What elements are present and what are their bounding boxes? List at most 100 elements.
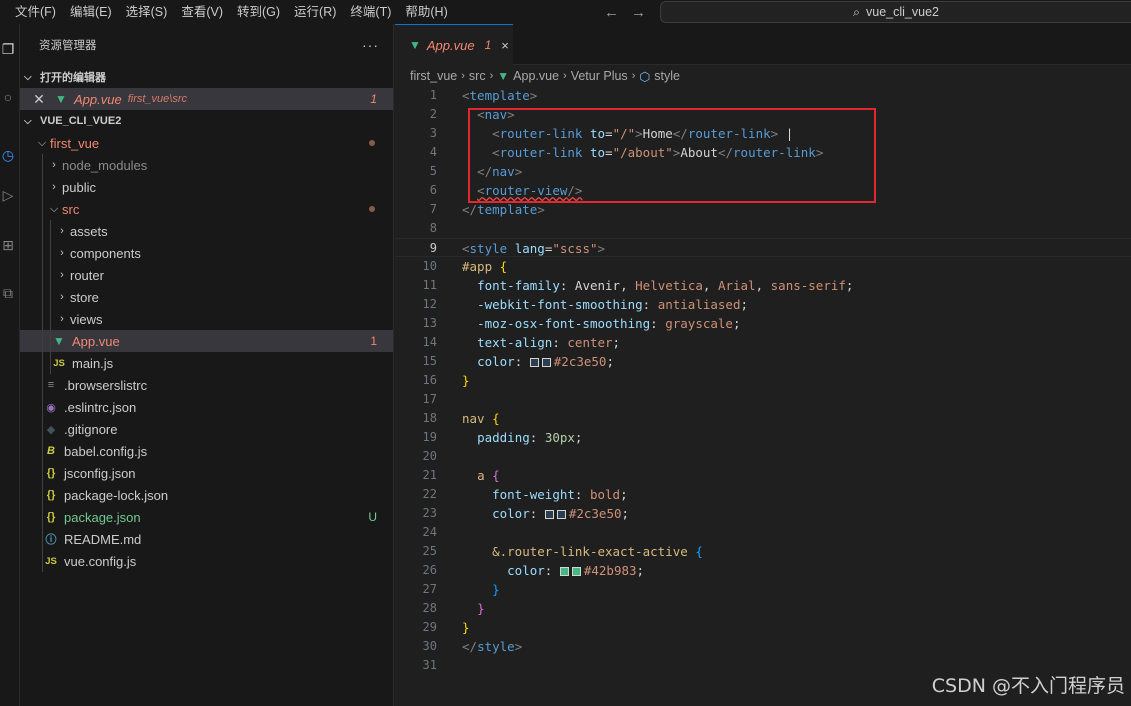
- json-file-icon: {}: [46, 489, 56, 501]
- babel-file-icon: B: [47, 445, 55, 457]
- tree-file-eslintrc[interactable]: ◉ .eslintrc.json: [20, 396, 393, 418]
- back-arrow-icon[interactable]: ←: [604, 4, 619, 21]
- menu-run[interactable]: 运行(R): [287, 0, 343, 24]
- code-line: 13 -moz-osx-font-smoothing: grayscale;: [422, 316, 741, 331]
- code-line: 24: [422, 525, 437, 539]
- chevron-right-icon: ›: [60, 225, 64, 237]
- breadcrumb: first_vue › src › ▼ App.vue › Vetur Plus…: [395, 65, 1131, 87]
- menu-file[interactable]: 文件(F): [8, 0, 63, 24]
- tab-app-vue[interactable]: ▼ App.vue 1 ×: [395, 24, 513, 65]
- search-text: vue_cli_vue2: [866, 5, 939, 19]
- menu-edit[interactable]: 编辑(E): [63, 0, 119, 24]
- breadcrumb-item[interactable]: first_vue: [410, 69, 457, 83]
- list-file-icon: ≡: [47, 379, 55, 391]
- tree-folder-store[interactable]: › store: [20, 286, 393, 308]
- tree-folder-views[interactable]: › views: [20, 308, 393, 330]
- code-line: 11 font-family: Avenir, Helvetica, Arial…: [422, 278, 854, 293]
- watermark: CSDN @不入门程序员: [931, 675, 1125, 697]
- chevron-right-icon: ›: [60, 269, 64, 281]
- tree-file-package-json[interactable]: {} package.json U: [20, 506, 393, 528]
- code-line: 27 }: [422, 582, 500, 597]
- color-swatch[interactable]: [556, 510, 566, 519]
- chevron-right-icon: ›: [563, 70, 567, 82]
- tree-folder-components[interactable]: › components: [20, 242, 393, 264]
- tree-folder-router[interactable]: › router: [20, 264, 393, 286]
- tree-file-readme[interactable]: ⓘ README.md: [20, 528, 393, 550]
- tree-folder-node-modules[interactable]: › node_modules: [20, 154, 393, 176]
- code-line: 20: [422, 449, 437, 463]
- code-line: 22 font-weight: bold;: [422, 487, 628, 502]
- close-icon[interactable]: ✕: [26, 91, 52, 108]
- modified-dot: [369, 206, 375, 212]
- code-line: 14 text-align: center;: [422, 335, 621, 350]
- code-line: 16}: [422, 373, 470, 388]
- git-file-icon: ◆: [46, 423, 56, 436]
- source-control-icon[interactable]: ◷: [0, 144, 16, 166]
- tree-file-jsconfig[interactable]: {} jsconfig.json: [20, 462, 393, 484]
- tree-file-babel-config[interactable]: B babel.config.js: [20, 440, 393, 462]
- tree-file-vue-config[interactable]: JS vue.config.js: [20, 550, 393, 572]
- chevron-right-icon: ›: [52, 159, 56, 171]
- breadcrumb-item[interactable]: src: [469, 69, 486, 83]
- tree-file-app-vue[interactable]: ▼ App.vue 1: [20, 330, 393, 352]
- code-line: 15 color: #2c3e50;: [422, 354, 614, 369]
- chevron-right-icon: ›: [631, 70, 636, 82]
- chevron-right-icon: ›: [60, 247, 64, 259]
- menu-view[interactable]: 查看(V): [174, 0, 230, 24]
- project-header[interactable]: ⌵ VUE_CLI_VUE2: [20, 110, 393, 132]
- chevron-down-icon: ⌵: [37, 136, 47, 149]
- color-swatch[interactable]: [541, 358, 551, 367]
- close-icon[interactable]: ×: [501, 38, 509, 53]
- info-file-icon: ⓘ: [45, 534, 57, 546]
- menu-help[interactable]: 帮助(H): [398, 0, 454, 24]
- breadcrumb-item[interactable]: style: [654, 69, 680, 83]
- tree-folder-first-vue[interactable]: ⌵ first_vue: [20, 132, 393, 154]
- code-line: 8: [429, 221, 437, 235]
- json-file-icon: {}: [46, 467, 56, 479]
- remote-explorer-icon[interactable]: ⧉: [0, 282, 16, 304]
- code-line: 17: [422, 392, 437, 406]
- breadcrumb-item[interactable]: Vetur Plus: [571, 69, 628, 83]
- color-swatch[interactable]: [559, 567, 569, 576]
- vue-file-icon: ▼: [53, 334, 65, 348]
- highlight-annotation-box: [468, 108, 876, 203]
- code-line: 30 </style>: [422, 639, 523, 654]
- menu-terminal[interactable]: 终端(T): [343, 0, 398, 24]
- tree-folder-public[interactable]: › public: [20, 176, 393, 198]
- extensions-icon[interactable]: ⊞: [0, 234, 16, 256]
- breadcrumb-item[interactable]: App.vue: [513, 69, 559, 83]
- vue-file-icon: ▼: [497, 69, 510, 83]
- explorer-icon[interactable]: ❐: [0, 38, 16, 60]
- code-line: 19 padding: 30px;: [422, 430, 583, 445]
- forward-arrow-icon[interactable]: →: [631, 4, 646, 21]
- search-icon: ⌕: [853, 4, 861, 19]
- json-file-icon: {}: [46, 511, 56, 523]
- tree-file-main-js[interactable]: JS main.js: [20, 352, 393, 374]
- code-line: 12 -webkit-font-smoothing: antialiased;: [422, 297, 749, 312]
- search-view-icon[interactable]: ○: [0, 86, 16, 108]
- color-swatch[interactable]: [571, 567, 581, 576]
- menu-go[interactable]: 转到(G): [230, 0, 287, 24]
- run-debug-icon[interactable]: ▷: [0, 184, 16, 206]
- tree-folder-src[interactable]: ⌵ src: [20, 198, 393, 220]
- more-actions-icon[interactable]: ···: [362, 37, 379, 53]
- open-editor-item[interactable]: ✕ ▼ App.vue first_vue\src 1: [20, 88, 393, 110]
- color-swatch[interactable]: [544, 510, 554, 519]
- menu-bar: 文件(F) 编辑(E) 选择(S) 查看(V) 转到(G) 运行(R) 终端(T…: [0, 0, 455, 24]
- symbol-icon: ⬡: [639, 69, 651, 84]
- navigation-arrows: ← →: [604, 0, 646, 24]
- color-swatch[interactable]: [529, 358, 539, 367]
- menu-selection[interactable]: 选择(S): [119, 0, 175, 24]
- open-editors-header[interactable]: ⌵ 打开的编辑器: [20, 66, 393, 88]
- chevron-right-icon: ›: [60, 291, 64, 303]
- editor-tabs: ▼ App.vue 1 ×: [395, 24, 1131, 65]
- tree-file-package-lock[interactable]: {} package-lock.json: [20, 484, 393, 506]
- code-line: 21 a {: [422, 468, 500, 483]
- tree-file-browserslistrc[interactable]: ≡ .browserslistrc: [20, 374, 393, 396]
- tree-folder-assets[interactable]: › assets: [20, 220, 393, 242]
- command-center-search[interactable]: ⌕ vue_cli_vue2: [660, 1, 1131, 23]
- explorer-sidebar: 资源管理器 ··· ⌵ 打开的编辑器 ✕ ▼ App.vue first_vue…: [20, 24, 394, 706]
- title-bar: 文件(F) 编辑(E) 选择(S) 查看(V) 转到(G) 运行(R) 终端(T…: [0, 0, 1131, 24]
- tree-file-gitignore[interactable]: ◆ .gitignore: [20, 418, 393, 440]
- code-line: 23 color: #2c3e50;: [422, 506, 630, 521]
